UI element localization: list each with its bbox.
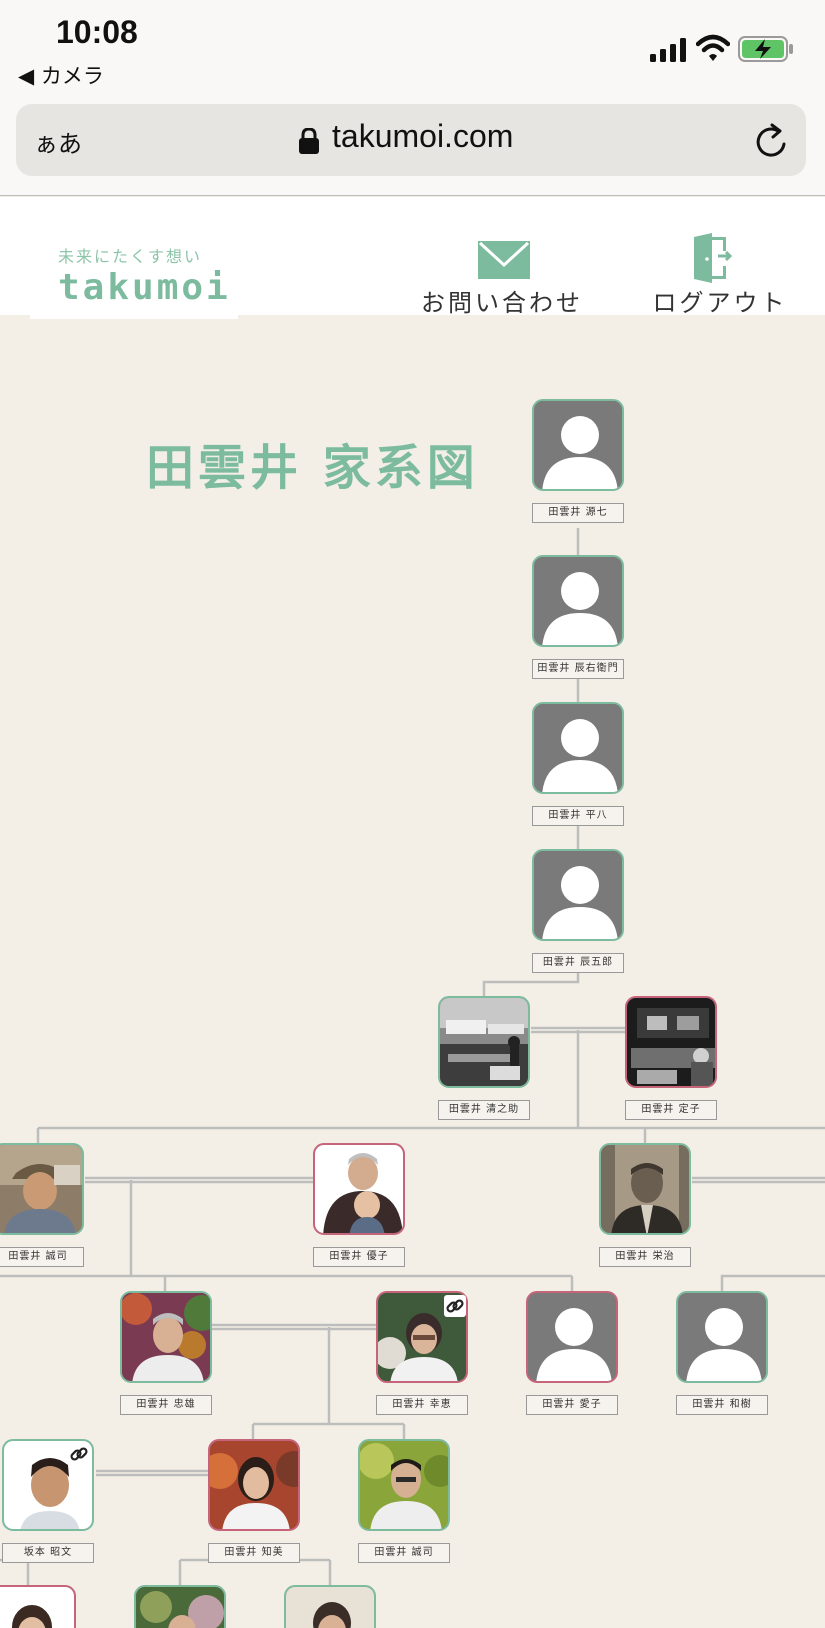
person-name: 田雲井 辰右衛門 [532, 659, 624, 679]
logout-door-icon [694, 233, 733, 283]
logo-wordmark: takumoi [58, 267, 231, 308]
person-name: 田雲井 知美 [208, 1543, 300, 1563]
connector-line [720, 1274, 825, 1291]
person-name: 田雲井 和樹 [676, 1395, 768, 1415]
cellular-signal-icon [650, 38, 686, 62]
person-name: 田雲井 誠司 [358, 1543, 450, 1563]
status-bar: 10:08 ◀ カメラ [0, 0, 825, 100]
url-host[interactable]: takumoi.com [332, 118, 513, 155]
logout-link[interactable]: ログアウト [640, 233, 800, 317]
site-header: 未来にたくす想い takumoi お問い合わせ ログアウト [0, 197, 825, 319]
person-name: 田雲井 忠雄 [120, 1395, 212, 1415]
avatar-placeholder [532, 555, 624, 647]
person-name: 田雲井 定子 [625, 1100, 717, 1120]
person-name: 田雲井 清之助 [438, 1100, 530, 1120]
person-photo [134, 1585, 226, 1628]
person-photo [120, 1291, 212, 1383]
link-icon[interactable] [68, 1443, 90, 1465]
person-photo [313, 1143, 405, 1235]
address-bar[interactable]: ぁあ takumoi.com [16, 104, 806, 176]
person-name: 田雲井 栄治 [599, 1247, 691, 1267]
person-photo [438, 996, 530, 1088]
person-name: 坂本 昭文 [2, 1543, 94, 1563]
person-photo [284, 1585, 376, 1628]
connector-line [0, 1558, 30, 1585]
person-photo [358, 1439, 450, 1531]
person-name: 田雲井 愛子 [526, 1395, 618, 1415]
person-photo [599, 1143, 691, 1235]
avatar-placeholder [532, 849, 624, 941]
person-photo [625, 996, 717, 1088]
avatar-placeholder [532, 702, 624, 794]
wifi-icon [696, 34, 730, 61]
back-to-camera-link[interactable]: ◀ カメラ [18, 60, 104, 90]
person-name: 田雲井 辰五郎 [532, 953, 624, 973]
avatar-placeholder [526, 1291, 618, 1383]
link-icon[interactable] [444, 1295, 466, 1317]
person-photo [208, 1439, 300, 1531]
lock-icon [299, 128, 319, 154]
tree-connector-lines [0, 528, 825, 1585]
reload-icon[interactable] [754, 122, 790, 160]
battery-charging-icon [738, 36, 793, 62]
logo-tagline: 未来にたくす想い [58, 247, 203, 266]
person-name: 田雲井 幸恵 [376, 1395, 468, 1415]
family-tree: 田雲井 家系図 田雲井 源七 田雲井 辰右衛門 田雲井 平八 田雲井 辰五郎 田… [0, 315, 825, 1628]
person-name: 田雲井 誠司 [0, 1247, 84, 1267]
text-size-button[interactable]: ぁあ [34, 124, 82, 159]
mail-icon [478, 241, 530, 279]
logout-label: ログアウト [652, 289, 788, 317]
person-name: 田雲井 優子 [313, 1247, 405, 1267]
contact-link[interactable]: お問い合わせ [412, 233, 592, 317]
site-logo[interactable]: 未来にたくす想い takumoi [30, 197, 238, 319]
person-photo [0, 1143, 84, 1235]
person-name: 田雲井 源七 [532, 503, 624, 523]
person-photo [0, 1585, 76, 1628]
avatar-placeholder [676, 1291, 768, 1383]
browser-toolbar: ぁあ takumoi.com [0, 100, 825, 196]
status-time: 10:08 [56, 14, 138, 50]
contact-label: お問い合わせ [421, 289, 583, 317]
avatar-placeholder [532, 399, 624, 491]
person-name: 田雲井 平八 [532, 806, 624, 826]
